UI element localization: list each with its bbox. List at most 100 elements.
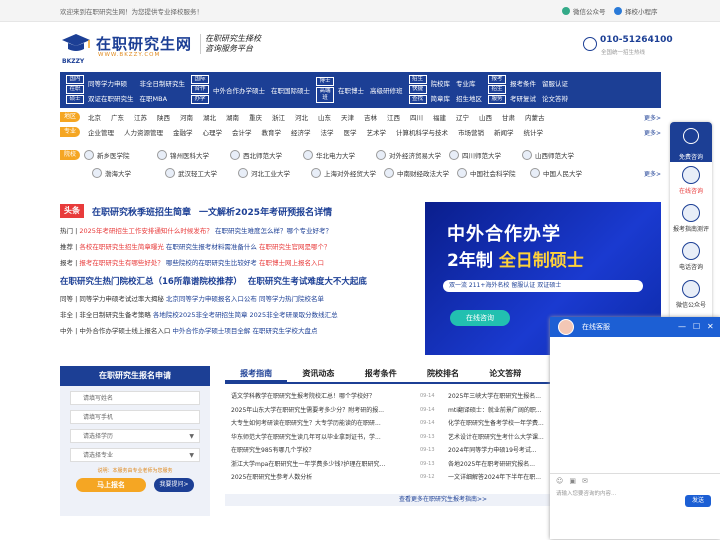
major-item[interactable]: 统计学 <box>524 127 544 137</box>
university-item[interactable]: 锦州医科大学 <box>157 150 230 160</box>
list-item[interactable]: mti翻译硕士：就业前景广阔的职... <box>448 404 550 418</box>
nav-link[interactable]: 论文答辩 <box>542 93 568 103</box>
tab-item[interactable]: 资讯动态 <box>287 368 349 382</box>
ask-button[interactable]: 我要提问> <box>154 478 194 492</box>
region-item[interactable]: 浙江 <box>272 112 285 122</box>
nav-link[interactable]: 高级研修班 <box>370 85 403 95</box>
tab-item[interactable]: 报考指南 <box>225 368 288 382</box>
news-link[interactable]: 在职博士网上报名入口 <box>259 259 324 267</box>
region-item[interactable]: 河南 <box>180 112 193 122</box>
tab-item[interactable]: 论文答辩 <box>474 368 536 382</box>
region-item[interactable]: 重庆 <box>249 112 262 122</box>
region-item[interactable]: 湖南 <box>226 112 239 122</box>
brand-name[interactable]: 在职研究生网 <box>96 33 192 54</box>
region-item[interactable]: 山东 <box>318 112 331 122</box>
nav-link[interactable]: 在职国际硕士 <box>271 85 310 95</box>
region-item[interactable]: 广东 <box>111 112 124 122</box>
major-item[interactable]: 计算机科学与技术 <box>396 127 448 137</box>
news-link[interactable]: 同等学力申硕考试过率大揭秘 <box>79 295 164 303</box>
region-item[interactable]: 江苏 <box>134 112 147 122</box>
phone-field[interactable]: 请填写手机 <box>70 410 200 424</box>
university-item[interactable]: 河北工业大学 <box>238 168 311 178</box>
region-item[interactable]: 北京 <box>88 112 101 122</box>
university-item[interactable]: 新乡医学院 <box>84 150 157 160</box>
major-item[interactable]: 经济学 <box>291 127 311 137</box>
region-item[interactable]: 吉林 <box>364 112 377 122</box>
region-item[interactable]: 辽宁 <box>456 112 469 122</box>
list-item[interactable]: 华东师范大学在职研究生读几年可以毕业拿到证书，学... <box>225 431 420 445</box>
sidebar-item[interactable]: 报考指南测评 <box>670 200 712 238</box>
news-link[interactable]: 在职研究生官网是哪个？ <box>259 243 331 251</box>
major-item[interactable]: 企业管理 <box>88 127 114 137</box>
region-item[interactable]: 甘肃 <box>502 112 515 122</box>
emoji-icon[interactable]: ☺ <box>556 477 563 485</box>
university-item[interactable]: 渤海大学 <box>92 168 165 178</box>
send-button[interactable]: 发送 <box>685 495 711 507</box>
list-item[interactable]: 艺术设计在职研究生考什么大学课... <box>448 431 550 445</box>
sidebar-item[interactable]: 微信公众号 <box>670 276 712 314</box>
major-item[interactable]: 金融学 <box>173 127 193 137</box>
region-item[interactable]: 山西 <box>479 112 492 122</box>
news-link[interactable]: 2025非全考研录取分数线汇总 <box>250 311 338 319</box>
education-select[interactable]: 请选择学历 ▼ <box>70 429 200 443</box>
list-item[interactable]: 语文学科教学在职研究生报考院校汇总！哪个学校好？ <box>225 390 420 404</box>
more-link[interactable]: 更多> <box>644 113 661 122</box>
featured-link-2[interactable]: 在职研究生考试难度大不大起底 <box>248 277 367 287</box>
region-item[interactable]: 陕西 <box>157 112 170 122</box>
region-item[interactable]: 湖北 <box>203 112 216 122</box>
more-link[interactable]: 更多> <box>644 128 661 137</box>
headline-link-1[interactable]: 在职研究秋季班招生简章 <box>92 205 191 218</box>
region-item[interactable]: 江西 <box>387 112 400 122</box>
sidebar-item[interactable]: 电话咨询 <box>670 238 712 276</box>
list-item[interactable]: 浙江大学mpa在职研究生一年学费多少钱?护理在职研究... <box>225 458 420 472</box>
university-item[interactable]: 中南财经政法大学 <box>384 168 457 178</box>
file-icon[interactable]: ✉ <box>582 477 588 485</box>
news-link[interactable]: 在职研究生难度怎么样？哪个专业好考？ <box>215 227 332 235</box>
news-link[interactable]: 中外合作办学硕士项目全解 <box>172 327 250 335</box>
list-item[interactable]: 2025年山东大学在职研究生需要考多少分？附考研的报... <box>225 404 420 418</box>
major-item[interactable]: 会计学 <box>232 127 252 137</box>
nav-link[interactable]: 中外合作办学硕士 <box>213 85 265 95</box>
university-item[interactable]: 中国人民大学 <box>530 168 603 178</box>
news-link[interactable]: 在职研究生报考材料需准备什么 <box>166 243 257 251</box>
nav-link[interactable]: 双证在职研究生 <box>88 93 134 103</box>
major-item[interactable]: 医学 <box>344 127 357 137</box>
nav-link[interactable]: 简章库 <box>431 93 451 103</box>
major-item[interactable]: 市场营销 <box>458 127 484 137</box>
chat-input[interactable]: 请输入您要咨询的内容... <box>556 489 616 497</box>
news-link[interactable]: 北京同等学力申硕报名入口公布 <box>166 295 257 303</box>
more-link[interactable]: 更多> <box>644 169 661 178</box>
minimize-icon[interactable]: — <box>678 317 686 337</box>
list-item[interactable]: 在职研究生985有哪几个学校？ <box>225 444 420 458</box>
university-item[interactable]: 四川师范大学 <box>449 150 522 160</box>
region-item[interactable]: 内蒙古 <box>525 112 545 122</box>
close-icon[interactable]: ✕ <box>707 317 714 337</box>
major-item[interactable]: 新闻学 <box>494 127 514 137</box>
major-item[interactable]: 心理学 <box>203 127 223 137</box>
region-item[interactable]: 天津 <box>341 112 354 122</box>
banner-consult-button[interactable]: 在线咨询 <box>450 310 510 326</box>
major-item[interactable]: 艺术学 <box>367 127 387 137</box>
university-item[interactable]: 上海对外经贸大学 <box>311 168 384 178</box>
nav-link[interactable]: 考研复试 <box>510 93 536 103</box>
list-item[interactable]: 化学在职研究生备考学校一年学费... <box>448 417 550 431</box>
university-item[interactable]: 对外经济贸易大学 <box>376 150 449 160</box>
wechat-link[interactable]: 微信公众号 <box>562 6 606 16</box>
major-item[interactable]: 人力资源管理 <box>124 127 163 137</box>
news-link[interactable]: 各校在职研究生招生简章曝光 <box>79 243 164 251</box>
news-link[interactable]: 同等学力热门院校名单 <box>259 295 324 303</box>
image-icon[interactable]: ▣ <box>569 477 576 485</box>
list-item[interactable]: 大专生如何考研读在职研究生？大专学历能读的在职研... <box>225 417 420 431</box>
name-field[interactable]: 请填写姓名 <box>70 391 200 405</box>
nav-link[interactable]: 院校库 <box>431 78 451 88</box>
phone-number[interactable]: 010-51264100 <box>600 35 673 45</box>
news-link[interactable]: 哪些院校的在职研究生比较好考 <box>166 259 257 267</box>
news-link[interactable]: 中外合作办学硕士线上报名入口 <box>79 327 170 335</box>
university-item[interactable]: 中国社会科学院 <box>457 168 530 178</box>
list-item[interactable]: 一文详细解答2024年下半年在职... <box>448 471 550 485</box>
major-item[interactable]: 法学 <box>321 127 334 137</box>
nav-link[interactable]: 留服认证 <box>542 78 568 88</box>
logo-icon[interactable] <box>60 32 92 58</box>
news-link[interactable]: 非全日制研究生备考策略 <box>79 311 151 319</box>
region-item[interactable]: 四川 <box>410 112 423 122</box>
